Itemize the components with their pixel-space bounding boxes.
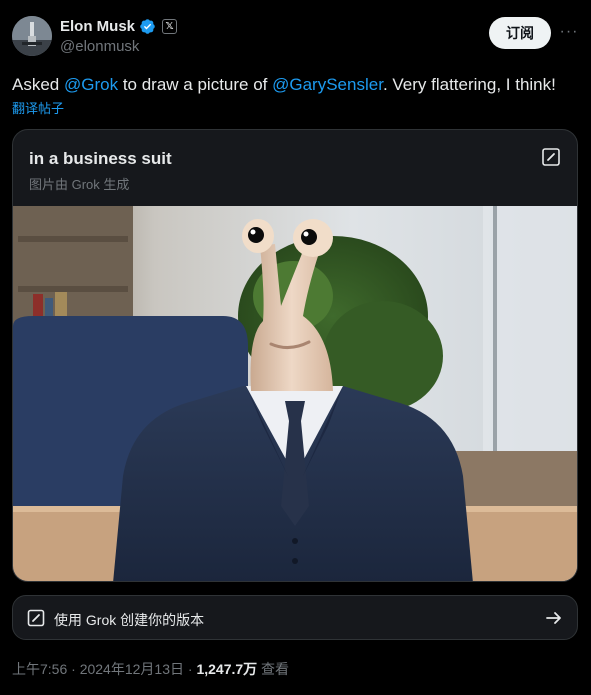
- mention-garygensler[interactable]: @GarySensler: [272, 75, 383, 94]
- grok-image-card[interactable]: in a business suit 图片由 Grok 生成: [12, 129, 578, 582]
- meta-separator: ·: [67, 661, 80, 677]
- author-name-row[interactable]: Elon Musk 𝕏: [60, 18, 178, 35]
- post-time[interactable]: 上午7:56: [12, 661, 67, 677]
- tweet-text: Asked @Grok to draw a picture of @GarySe…: [12, 75, 556, 95]
- subscribe-button[interactable]: 订阅: [489, 17, 551, 49]
- tweet-text-part: to draw a picture of: [118, 75, 273, 94]
- create-with-grok-button[interactable]: 使用 Grok 创建你的版本: [12, 595, 578, 640]
- author-handle[interactable]: @elonmusk: [60, 38, 139, 55]
- card-subtitle: 图片由 Grok 生成: [29, 177, 130, 192]
- views-count: 1,247.7万: [196, 661, 258, 677]
- tweet-text-part: . Very flattering, I think!: [382, 75, 556, 94]
- mention-grok[interactable]: @Grok: [64, 75, 118, 94]
- avatar[interactable]: [12, 16, 52, 56]
- verified-badge-icon: [140, 19, 155, 34]
- arrow-right-icon: [546, 612, 561, 624]
- edit-icon[interactable]: [541, 147, 561, 167]
- meta-separator: ·: [184, 661, 197, 677]
- tweet-header: Elon Musk 𝕏 @elonmusk 订阅 ···: [12, 16, 579, 58]
- views-label: 查看: [257, 661, 290, 677]
- translate-post-link[interactable]: 翻译帖子: [12, 98, 64, 117]
- tweet-meta: 上午7:56 · 2024年12月13日 · 1,247.7万 查看: [12, 659, 289, 679]
- grok-edit-icon: [27, 609, 45, 627]
- x-affiliation-badge: 𝕏: [162, 19, 178, 34]
- card-title: in a business suit: [29, 149, 172, 168]
- more-options-icon[interactable]: ···: [558, 22, 580, 42]
- author-name[interactable]: Elon Musk: [60, 18, 135, 35]
- tweet-text-part: Asked: [12, 75, 64, 94]
- generated-image[interactable]: [13, 206, 578, 582]
- post-date[interactable]: 2024年12月13日: [80, 661, 184, 677]
- create-with-grok-label: 使用 Grok 创建你的版本: [54, 612, 205, 628]
